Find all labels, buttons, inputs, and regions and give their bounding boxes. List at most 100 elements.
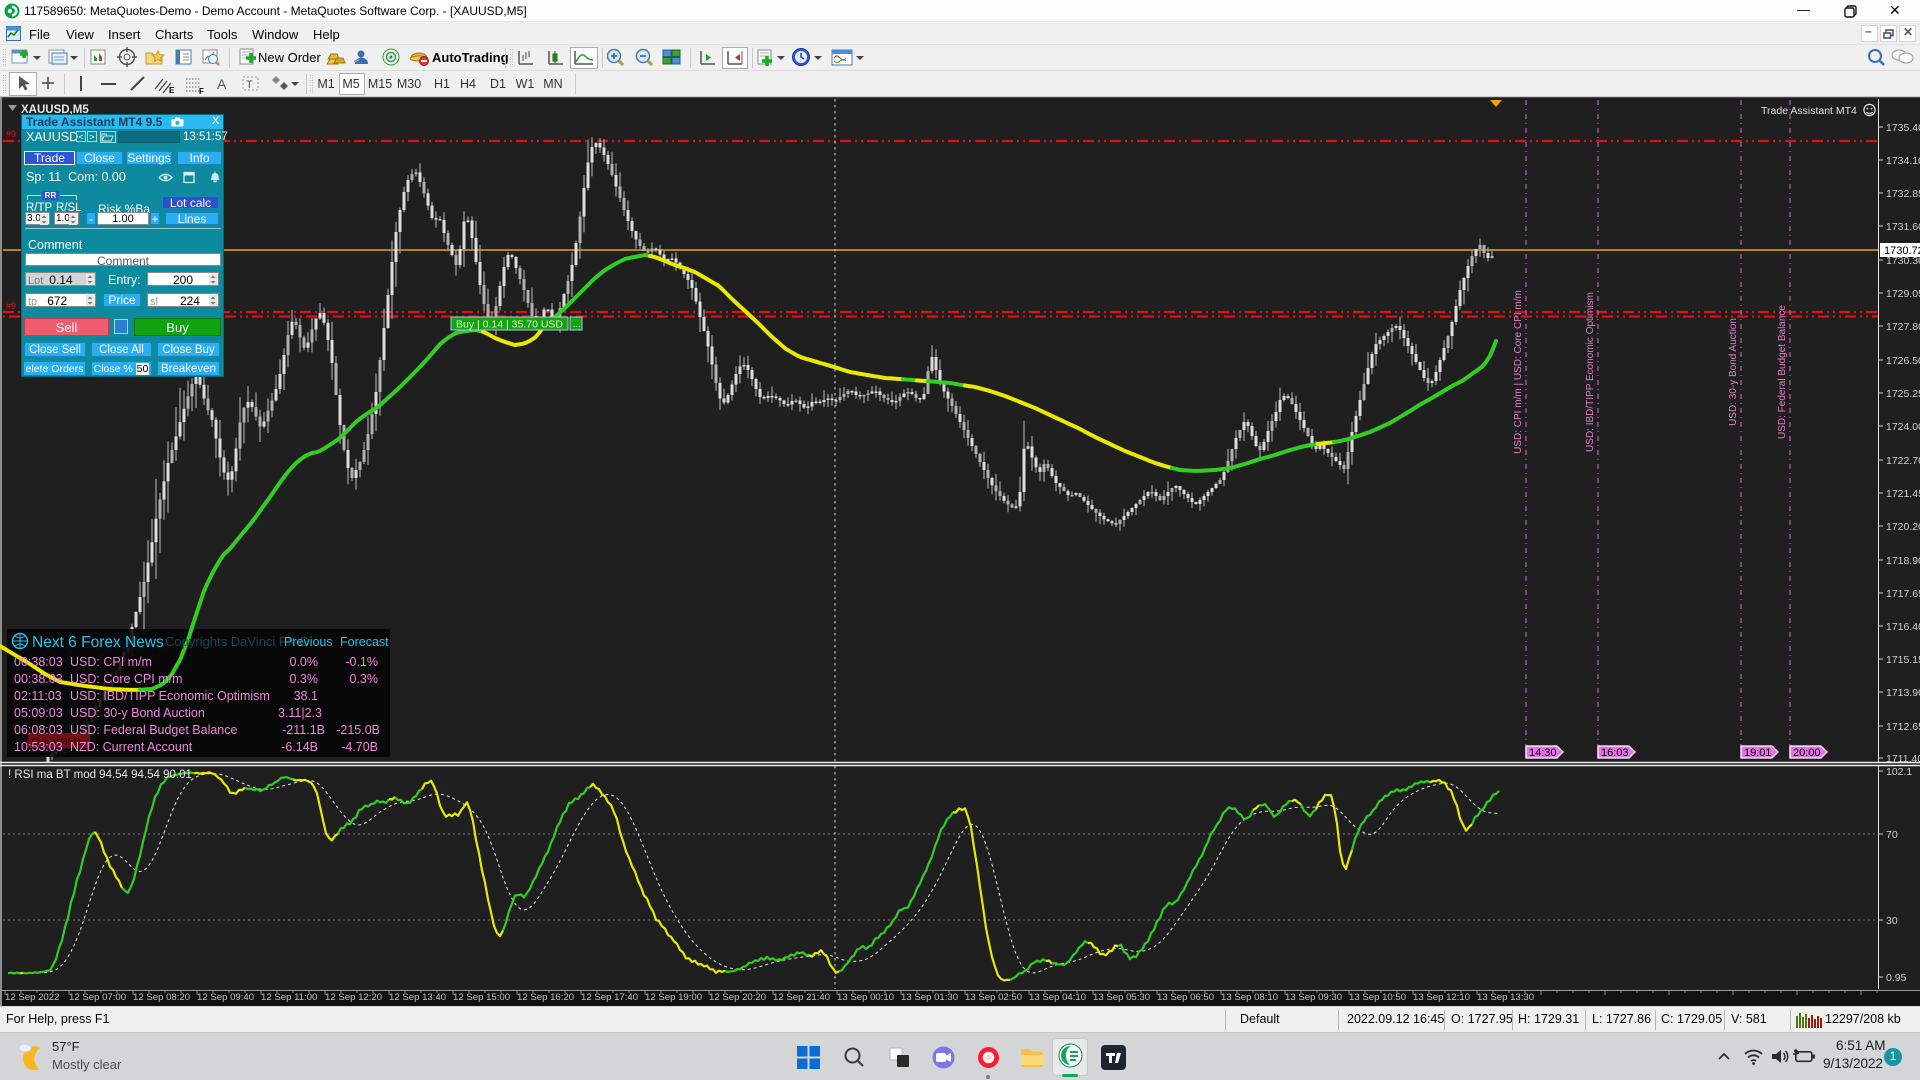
svg-text:-215.0B: -215.0B xyxy=(336,723,380,737)
svg-text:12 Sep 21:40: 12 Sep 21:40 xyxy=(773,992,830,1003)
svg-text:1730.72: 1730.72 xyxy=(1884,245,1920,257)
svg-text:-0.1%: -0.1% xyxy=(345,655,378,669)
svg-text:13 Sep 06:50: 13 Sep 06:50 xyxy=(1157,992,1214,1003)
svg-text:102.1: 102.1 xyxy=(1886,766,1912,778)
svg-text:13 Sep 05:30: 13 Sep 05:30 xyxy=(1093,992,1150,1003)
svg-text:Forecast: Forecast xyxy=(340,635,389,649)
svg-text:USD: Federal Budget Balance: USD: Federal Budget Balance xyxy=(1777,305,1788,439)
svg-text:02:11:03: 02:11:03 xyxy=(14,689,62,703)
svg-text:D1: D1 xyxy=(490,77,506,91)
svg-text:1725.25: 1725.25 xyxy=(1886,388,1920,400)
svg-text:13 Sep 00:10: 13 Sep 00:10 xyxy=(837,992,894,1003)
svg-text:...: ... xyxy=(573,319,581,329)
svg-text:NZD: Current Account: NZD: Current Account xyxy=(70,740,193,754)
svg-text:20:00: 20:00 xyxy=(1793,747,1821,759)
svg-text:1735.40: 1735.40 xyxy=(1886,122,1920,134)
svg-text:A: A xyxy=(217,76,227,92)
svg-text:#9: #9 xyxy=(6,129,16,139)
svg-text:USD: 30-y Bond Auction: USD: 30-y Bond Auction xyxy=(70,706,205,720)
svg-text:13 Sep 13:30: 13 Sep 13:30 xyxy=(1477,992,1534,1003)
svg-text:12 Sep 12:20: 12 Sep 12:20 xyxy=(325,992,382,1003)
svg-text:H1: H1 xyxy=(434,77,450,91)
svg-text:USD: 30-y Bond Auction: USD: 30-y Bond Auction xyxy=(1728,318,1739,426)
svg-text:12 Sep 16:20: 12 Sep 16:20 xyxy=(517,992,574,1003)
svg-text:1721.45: 1721.45 xyxy=(1886,488,1920,500)
svg-text:30: 30 xyxy=(1886,915,1898,927)
svg-text:1724.00: 1724.00 xyxy=(1886,421,1920,433)
svg-text:70: 70 xyxy=(1886,829,1898,841)
svg-text:USD: CPI m/m | USD: Core CPI m: USD: CPI m/m | USD: Core CPI m/m xyxy=(1513,290,1524,454)
svg-text:1713.90: 1713.90 xyxy=(1886,687,1920,699)
svg-text:USD: Core CPI m/m: USD: Core CPI m/m xyxy=(70,672,183,686)
svg-text:38.1: 38.1 xyxy=(294,689,318,703)
svg-text:13 Sep 12:10: 13 Sep 12:10 xyxy=(1413,992,1470,1003)
svg-text:1727.80: 1727.80 xyxy=(1886,321,1920,333)
svg-text:13 Sep 08:10: 13 Sep 08:10 xyxy=(1221,992,1278,1003)
svg-text:12 Sep 07:00: 12 Sep 07:00 xyxy=(69,992,126,1003)
svg-text:Buy | 0.14 | 35.70 USD: Buy | 0.14 | 35.70 USD xyxy=(456,319,563,331)
svg-text:12 Sep 19:00: 12 Sep 19:00 xyxy=(645,992,702,1003)
svg-text:-6.14B: -6.14B xyxy=(281,740,318,754)
svg-text:0.0%: 0.0% xyxy=(290,655,319,669)
svg-text:T: T xyxy=(246,79,253,91)
svg-text:1718.90: 1718.90 xyxy=(1886,555,1920,567)
svg-text:-211.1B: -211.1B xyxy=(282,723,325,737)
svg-text:1716.40: 1716.40 xyxy=(1886,621,1920,633)
svg-text:00:38:03: 00:38:03 xyxy=(14,655,63,669)
svg-text:M1: M1 xyxy=(317,77,334,91)
svg-text:M30: M30 xyxy=(397,77,421,91)
svg-text:1720.20: 1720.20 xyxy=(1886,521,1920,533)
svg-text:0.95: 0.95 xyxy=(1886,972,1907,984)
svg-text:12 Sep 13:40: 12 Sep 13:40 xyxy=(389,992,446,1003)
svg-text:12 Sep 15:00: 12 Sep 15:00 xyxy=(453,992,510,1003)
svg-text:Next 6 Forex News: Next 6 Forex News xyxy=(32,634,164,651)
svg-text:14:30: 14:30 xyxy=(1529,747,1557,759)
svg-text:13 Sep 02:50: 13 Sep 02:50 xyxy=(965,992,1022,1003)
svg-text:! RSI ma BT mod 94.54 94.54 90: ! RSI ma BT mod 94.54 94.54 90.01 xyxy=(8,769,192,781)
svg-text:0.3%: 0.3% xyxy=(290,672,319,686)
svg-text:AutoTrading: AutoTrading xyxy=(432,50,509,65)
svg-text:00:38:03: 00:38:03 xyxy=(14,672,63,686)
svg-text:13 Sep 09:30: 13 Sep 09:30 xyxy=(1285,992,1342,1003)
svg-text:USD: IBD/TIPP Economic Optimis: USD: IBD/TIPP Economic Optimism xyxy=(70,689,270,703)
svg-text:1734.10: 1734.10 xyxy=(1886,155,1920,167)
svg-text:1729.05: 1729.05 xyxy=(1886,288,1920,300)
svg-text:-4.70B: -4.70B xyxy=(341,740,378,754)
svg-text:MN: MN xyxy=(543,77,562,91)
svg-text:Trade Assistant MT4: Trade Assistant MT4 xyxy=(1761,105,1857,117)
svg-text:05:09:03: 05:09:03 xyxy=(14,706,63,720)
svg-text:13 Sep 01:30: 13 Sep 01:30 xyxy=(901,992,958,1003)
svg-text:1712.65: 1712.65 xyxy=(1886,721,1920,733)
svg-text:1732.85: 1732.85 xyxy=(1886,188,1920,200)
svg-text:13 Sep 10:50: 13 Sep 10:50 xyxy=(1349,992,1406,1003)
svg-text:M15: M15 xyxy=(368,77,392,91)
svg-text:W1: W1 xyxy=(516,77,535,91)
svg-text:#9: #9 xyxy=(6,301,16,311)
svg-text:1717.65: 1717.65 xyxy=(1886,588,1920,600)
svg-text:10:53:03: 10:53:03 xyxy=(14,740,63,754)
svg-text:0.3%: 0.3% xyxy=(350,672,379,686)
svg-text:USD: Federal Budget Balance: USD: Federal Budget Balance xyxy=(70,723,238,737)
svg-text:13 Sep 04:10: 13 Sep 04:10 xyxy=(1029,992,1086,1003)
svg-text:H4: H4 xyxy=(460,77,476,91)
svg-text:12 Sep 11:00: 12 Sep 11:00 xyxy=(261,992,317,1003)
svg-text:3.11|2.3: 3.11|2.3 xyxy=(278,706,322,720)
svg-text:12 Sep 17:40: 12 Sep 17:40 xyxy=(581,992,638,1003)
svg-text:Previous: Previous xyxy=(284,635,333,649)
svg-text:06:08:03: 06:08:03 xyxy=(14,723,63,737)
svg-text:1722.70: 1722.70 xyxy=(1886,455,1920,467)
svg-text:1731.60: 1731.60 xyxy=(1886,221,1920,233)
svg-text:1715.15: 1715.15 xyxy=(1886,654,1920,666)
svg-text:USD: IBD/TIPP Economic Optimis: USD: IBD/TIPP Economic Optimism xyxy=(1585,292,1596,452)
svg-text:USD: CPI m/m: USD: CPI m/m xyxy=(70,655,152,669)
svg-text:12 Sep 09:40: 12 Sep 09:40 xyxy=(197,992,254,1003)
svg-text:12 Sep 08:20: 12 Sep 08:20 xyxy=(133,992,190,1003)
svg-text:New Order: New Order xyxy=(258,50,322,65)
svg-text:12 Sep 20:20: 12 Sep 20:20 xyxy=(709,992,766,1003)
svg-text:E: E xyxy=(169,86,175,95)
svg-text:1726.50: 1726.50 xyxy=(1886,355,1920,367)
svg-text:16:03: 16:03 xyxy=(1601,747,1629,759)
svg-text:F: F xyxy=(199,87,204,96)
svg-text:12 Sep 2022: 12 Sep 2022 xyxy=(5,992,59,1003)
svg-text:19:01: 19:01 xyxy=(1744,747,1772,759)
